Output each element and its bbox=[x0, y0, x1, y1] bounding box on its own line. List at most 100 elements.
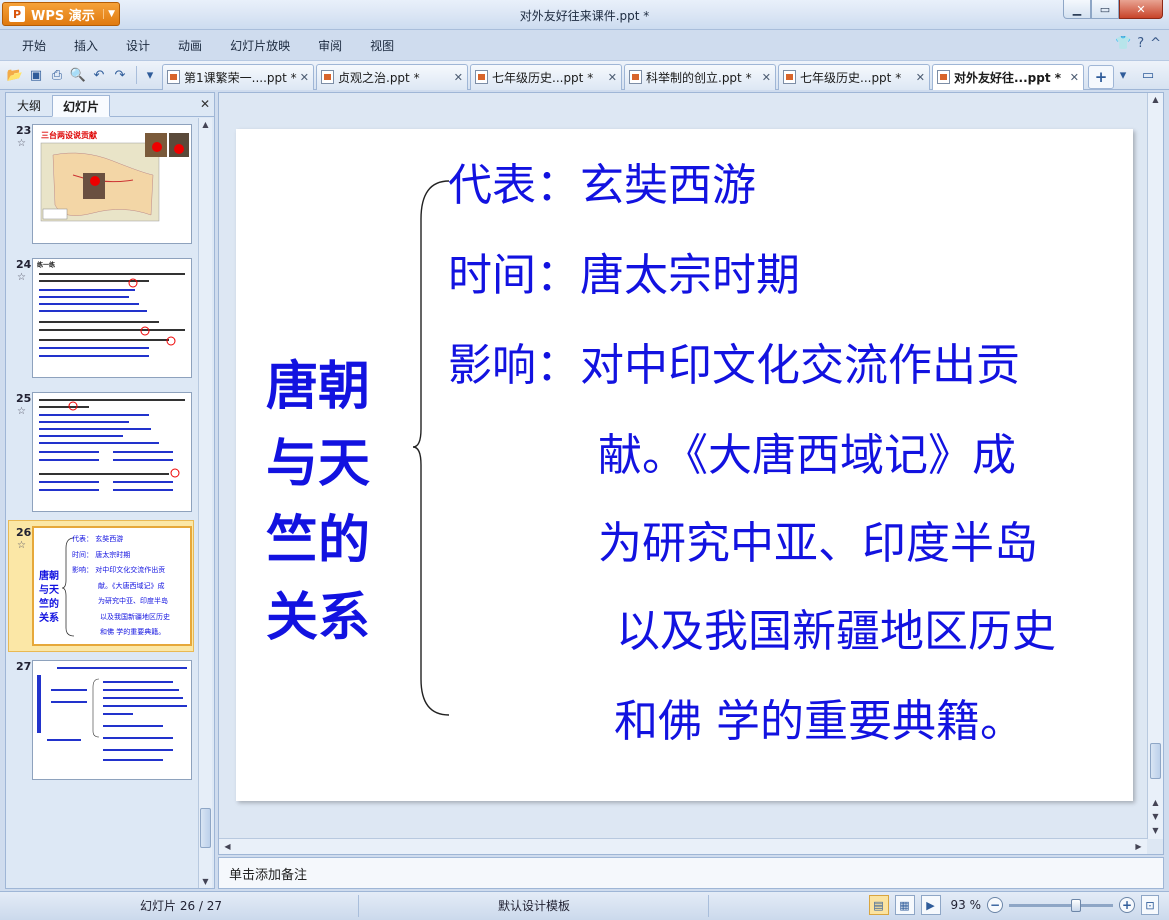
scroll-left-icon[interactable]: ◀ bbox=[221, 840, 234, 853]
zoom-slider[interactable] bbox=[1009, 898, 1113, 912]
close-icon[interactable]: ✕ bbox=[762, 71, 771, 84]
print-preview-icon[interactable]: 🔍 bbox=[69, 66, 87, 84]
menu-insert[interactable]: 插入 bbox=[62, 37, 114, 54]
slide-continuation-line[interactable]: 献。《大唐西域记》成 bbox=[598, 419, 1016, 483]
doc-tab-label: 贞观之治.ppt * bbox=[338, 70, 420, 85]
undo-icon[interactable]: ↶ bbox=[90, 66, 108, 84]
scrollbar-thumb[interactable] bbox=[200, 808, 211, 848]
thumb-text-lines bbox=[37, 667, 187, 761]
tab-slides[interactable]: 幻灯片 bbox=[52, 95, 111, 117]
slide-vertical-scrollbar[interactable]: ▲ ▲ ▼ ▼ bbox=[1147, 93, 1163, 839]
doc-tab[interactable]: 七年级历史...ppt * ✕ bbox=[778, 63, 930, 90]
close-icon[interactable]: ✕ bbox=[916, 71, 925, 84]
doc-tab[interactable]: 贞观之治.ppt * ✕ bbox=[316, 63, 468, 90]
previous-slide-icon[interactable]: ▲ bbox=[1149, 796, 1162, 809]
new-tab-button[interactable]: + bbox=[1088, 64, 1114, 89]
slide-left-title[interactable]: 唐朝 与天 竺的 关系 bbox=[266, 349, 396, 657]
next-slide-icon[interactable]: ▼ bbox=[1149, 810, 1162, 823]
slide-horizontal-scrollbar[interactable]: ◀ ▶ bbox=[219, 838, 1147, 854]
doc-tab[interactable]: 七年级历史...ppt * ✕ bbox=[470, 63, 622, 90]
slide-left-title-line: 唐朝 bbox=[266, 357, 371, 417]
curly-brace-shape[interactable] bbox=[411, 179, 451, 719]
current-slide[interactable]: 唐朝 与天 竺的 关系 代表：玄奘西游 时间：唐太宗时期 影响：对中印文化交流作… bbox=[236, 129, 1133, 801]
ppt-file-icon bbox=[937, 70, 950, 84]
open-folder-icon[interactable]: 📂 bbox=[6, 66, 24, 84]
chevron-down-icon: ▼ bbox=[103, 9, 115, 19]
menu-view[interactable]: 视图 bbox=[358, 37, 410, 54]
thumb-lines: 代表： 玄奘西游 时间： 唐太宗时期 影响： 对中印文化交流作出贡 献。《大唐西… bbox=[72, 532, 170, 641]
doc-tab-label: 七年级历史...ppt * bbox=[800, 70, 902, 85]
slide-number: 25 bbox=[16, 392, 32, 405]
shirt-icon[interactable]: 👕 bbox=[1115, 36, 1131, 51]
status-divider bbox=[358, 895, 359, 917]
doc-tab[interactable]: 第1课繁荣一....ppt * ✕ bbox=[162, 63, 314, 90]
ppt-file-icon bbox=[167, 70, 180, 84]
ppt-file-icon bbox=[321, 70, 334, 84]
thumbnail-scrollbar[interactable]: ▲ ▼ bbox=[198, 118, 212, 888]
design-template-name[interactable]: 默认设计模板 bbox=[498, 897, 570, 914]
scroll-down-icon[interactable]: ▼ bbox=[199, 875, 212, 888]
slide-continuation-line[interactable]: 以及我国新疆地区历史 bbox=[616, 595, 1056, 659]
scroll-right-icon[interactable]: ▶ bbox=[1132, 840, 1145, 853]
slides-panel: 大纲 幻灯片 ✕ 23 ☆ 三台两设说贡献 24 ☆ 练一练 25 ☆ 26 ☆… bbox=[5, 92, 215, 889]
menu-review[interactable]: 审阅 bbox=[306, 37, 358, 54]
doc-tab-label: 第1课繁荣一....ppt * bbox=[184, 70, 297, 85]
close-icon[interactable]: ✕ bbox=[200, 97, 210, 111]
zoom-level[interactable]: 93 % bbox=[951, 898, 982, 912]
slide-continuation-line[interactable]: 和佛 学的重要典籍。 bbox=[614, 685, 1024, 749]
slide-line-period[interactable]: 时间：唐太宗时期 bbox=[448, 239, 800, 303]
tab-outline[interactable]: 大纲 bbox=[6, 94, 52, 116]
slideshow-view-button[interactable]: ▶ bbox=[920, 895, 941, 915]
slide-number: 27 bbox=[16, 660, 32, 673]
thumb-line: 献。《大唐西域记》成 bbox=[98, 581, 165, 590]
scroll-up-icon[interactable]: ▲ bbox=[199, 118, 212, 131]
fit-to-window-button[interactable]: ⊡ bbox=[1141, 895, 1159, 915]
window-title: 对外友好往来课件.ppt * bbox=[519, 9, 650, 23]
wps-app-menu-button[interactable]: P WPS 演示 ▼ bbox=[2, 2, 120, 26]
line-label: 时间： bbox=[448, 250, 580, 301]
close-window-button[interactable]: ✕ bbox=[1119, 0, 1163, 19]
tab-list-chevron-icon[interactable]: ▾ bbox=[1114, 66, 1132, 84]
thumb-text-lines bbox=[39, 273, 185, 357]
notes-pane[interactable]: 单击添加备注 bbox=[218, 857, 1164, 889]
close-icon[interactable]: ✕ bbox=[608, 71, 617, 84]
scroll-down-icon[interactable]: ▼ bbox=[1149, 824, 1162, 837]
slide-left-title-line: 与天 bbox=[266, 434, 371, 494]
slide-line-representative[interactable]: 代表：玄奘西游 bbox=[448, 149, 756, 213]
normal-view-button[interactable]: ▤ bbox=[868, 895, 889, 915]
ribbon-toggle-icon[interactable]: ^ bbox=[1150, 36, 1161, 51]
menu-animation[interactable]: 动画 bbox=[166, 37, 218, 54]
close-icon[interactable]: ✕ bbox=[300, 71, 309, 84]
minimize-button[interactable]: ▁ bbox=[1063, 0, 1091, 19]
close-icon[interactable]: ✕ bbox=[1070, 71, 1079, 84]
zoom-in-button[interactable]: + bbox=[1119, 897, 1135, 913]
zoom-slider-handle[interactable] bbox=[1071, 898, 1081, 912]
print-icon[interactable]: ⎙ bbox=[48, 66, 66, 84]
menu-home[interactable]: 开始 bbox=[10, 37, 62, 54]
redo-icon[interactable]: ↷ bbox=[111, 66, 129, 84]
scroll-up-icon[interactable]: ▲ bbox=[1149, 93, 1162, 106]
menu-slideshow[interactable]: 幻灯片放映 bbox=[218, 37, 306, 54]
customize-chevron-icon[interactable]: ▾ bbox=[141, 66, 159, 84]
tab-layout-icon[interactable]: ▭ bbox=[1139, 66, 1157, 84]
view-and-zoom-controls: ▤ ▦ ▶ 93 % − + ⊡ bbox=[868, 895, 1159, 915]
doc-tab[interactable]: 科举制的创立.ppt * ✕ bbox=[624, 63, 776, 90]
scrollbar-thumb[interactable] bbox=[1150, 743, 1161, 779]
map-image bbox=[40, 133, 189, 222]
zoom-out-button[interactable]: − bbox=[987, 897, 1003, 913]
slide-thumbnail-image: 三台两设说贡献 bbox=[32, 124, 192, 244]
slide-continuation-line[interactable]: 为研究中亚、印度半岛 bbox=[598, 507, 1038, 571]
slide-line-influence[interactable]: 影响：对中印文化交流作出贡 bbox=[448, 329, 1020, 393]
menu-right-icons: 👕 ? ^ bbox=[1115, 36, 1161, 51]
menu-design[interactable]: 设计 bbox=[114, 37, 166, 54]
doc-tab-active[interactable]: 对外友好往...ppt * ✕ bbox=[932, 63, 1084, 90]
doc-tab-label: 对外友好往...ppt * bbox=[954, 70, 1062, 85]
ppt-file-icon bbox=[475, 70, 488, 84]
maximize-button[interactable]: ▭ bbox=[1091, 0, 1119, 19]
save-icon[interactable]: ▣ bbox=[27, 66, 45, 84]
close-icon[interactable]: ✕ bbox=[454, 71, 463, 84]
help-icon[interactable]: ? bbox=[1137, 36, 1144, 51]
slide-sorter-view-button[interactable]: ▦ bbox=[894, 895, 915, 915]
thumb-line: 以及我国新疆地区历史 bbox=[100, 612, 170, 621]
line-text: 对中印文化交流作出贡 bbox=[580, 340, 1020, 391]
